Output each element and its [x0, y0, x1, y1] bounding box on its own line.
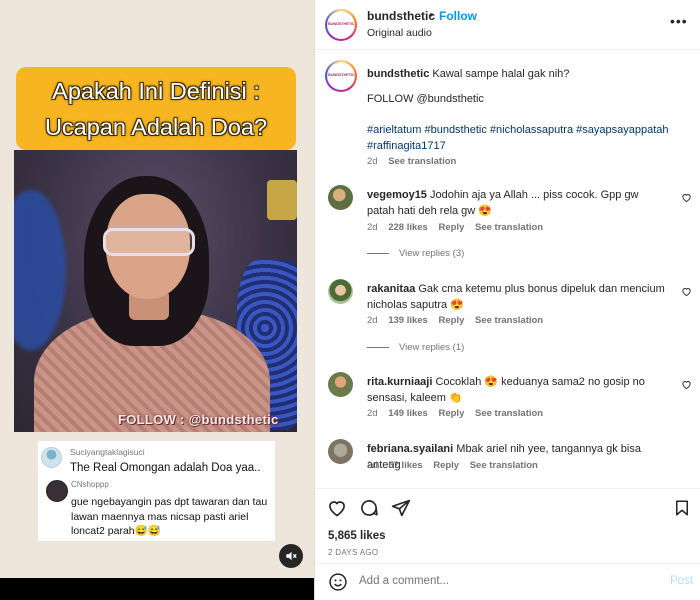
caption-text: Kawal sampe halal gak nih? [432, 68, 570, 80]
embedded-comment-card: Suciyangtaklagisuci The Real Omongan ada… [38, 441, 275, 541]
post-date: 2 DAYS AGO [328, 548, 379, 557]
commenter-avatar[interactable] [328, 185, 353, 210]
caption-body: bundsthetic Kawal sampe halal gak nih? [367, 66, 687, 82]
comment-bubble-icon[interactable] [359, 498, 379, 518]
media-headline: Apakah Ini Definisi : Ucapan Adalah Doa? [16, 67, 296, 150]
media-video[interactable]: FOLLOW : @bundsthetic [14, 150, 297, 432]
comment-input[interactable]: Add a comment... [359, 575, 449, 587]
caption-time: 2d [367, 156, 378, 167]
comment-body: vegemoy15 Jodohin aja ya Allah ... piss … [367, 187, 667, 219]
post-button[interactable]: Post [670, 575, 693, 587]
view-replies-button[interactable]: View replies (1) [367, 342, 464, 353]
comment-meta: 2d 228 likes Reply See translation [367, 222, 551, 233]
heart-outline-icon[interactable] [681, 286, 692, 300]
comment-likes[interactable]: 139 likes [388, 315, 428, 326]
avatar-logo-text: BUNDSTHETIC [328, 21, 355, 26]
more-options-icon[interactable]: ••• [670, 13, 688, 29]
embedded-text-2: gue ngebayangin pas dpt tawaran dan tau … [71, 496, 268, 537]
comment-likes[interactable]: 149 likes [388, 408, 428, 419]
comment-username[interactable]: rakanitaa [367, 283, 415, 295]
commenter-avatar[interactable] [328, 279, 353, 304]
caption-follow-line: FOLLOW @bundsthetic [367, 93, 484, 105]
add-comment-row: Add a comment... Post [315, 563, 700, 600]
stage-light-yellow [267, 180, 297, 220]
comment-username[interactable]: vegemoy15 [367, 189, 427, 201]
comment-time: 2d [367, 460, 378, 471]
caption-meta: 2d See translation [367, 156, 464, 167]
comment-username[interactable]: rita.kurniaaji [367, 376, 432, 388]
embedded-avatar-2 [46, 480, 68, 502]
video-watermark: FOLLOW : @bundsthetic [118, 412, 279, 427]
comment-username[interactable]: febriana.syailani [367, 443, 453, 455]
avatar-logo-text: BUNDSTHETIC [328, 72, 355, 77]
replies-line [367, 252, 389, 254]
comment-body: rakanitaa Gak cma ketemu plus bonus dipe… [367, 281, 667, 313]
paper-plane-icon[interactable] [391, 498, 411, 518]
view-replies-button[interactable]: View replies (3) [367, 248, 464, 259]
heart-outline-icon[interactable] [681, 192, 692, 206]
comment-time: 2d [367, 222, 378, 233]
commenter-avatar[interactable] [328, 372, 353, 397]
like-count[interactable]: 5,865 likes [328, 530, 386, 542]
reply-button[interactable]: Reply [438, 222, 464, 233]
view-replies-label: View replies (1) [399, 342, 465, 353]
see-translation-button[interactable]: See translation [475, 408, 543, 419]
post-media[interactable]: Apakah Ini Definisi : Ucapan Adalah Doa?… [0, 0, 314, 600]
see-translation-button[interactable]: See translation [470, 460, 538, 471]
caption-username[interactable]: bundsthetic [367, 68, 429, 80]
bookmark-icon[interactable] [673, 498, 693, 518]
comment-time: 2d [367, 408, 378, 419]
embedded-text-1: The Real Omongan adalah Doa yaa.. [70, 462, 261, 474]
heart-outline-icon[interactable] [327, 498, 347, 518]
audio-link[interactable]: Original audio [367, 27, 432, 39]
author-avatar[interactable]: BUNDSTHETIC [325, 9, 357, 41]
smiley-icon[interactable] [328, 572, 348, 592]
glasses-figure [103, 228, 195, 256]
comment-meta: 2d 139 likes Reply See translation [367, 315, 551, 326]
follow-button[interactable]: Follow [439, 9, 477, 23]
caption-avatar[interactable]: BUNDSTHETIC [325, 60, 357, 92]
stage-light-left [14, 190, 66, 350]
embedded-avatar-1 [41, 447, 62, 468]
caption-hashtags[interactable]: #arieltatum #bundsthetic #nicholassaputr… [367, 122, 687, 154]
comment-body: rita.kurniaaji Cocoklah 😍 keduanya sama2… [367, 374, 667, 406]
reply-button[interactable]: Reply [438, 408, 464, 419]
see-translation-button[interactable]: See translation [475, 222, 543, 233]
post-header: BUNDSTHETIC bundsthetic • Follow Origina… [315, 0, 700, 50]
speaker-muted-icon[interactable] [279, 544, 303, 568]
post-details-panel: BUNDSTHETIC bundsthetic • Follow Origina… [314, 0, 700, 600]
see-translation-button[interactable]: See translation [475, 315, 543, 326]
comment-meta: 2d 57 likes Reply See translation [367, 460, 546, 471]
embedded-username-2: CNshoppp [71, 480, 109, 489]
reply-button[interactable]: Reply [438, 315, 464, 326]
comment-likes[interactable]: 228 likes [388, 222, 428, 233]
reply-button[interactable]: Reply [433, 460, 459, 471]
comment-likes[interactable]: 57 likes [388, 460, 422, 471]
comment-meta: 2d 149 likes Reply See translation [367, 408, 551, 419]
replies-line [367, 346, 389, 348]
comment-time: 2d [367, 315, 378, 326]
embedded-username-1: Suciyangtaklagisuci [70, 447, 145, 457]
caption-see-translation[interactable]: See translation [388, 156, 456, 167]
view-replies-label: View replies (3) [399, 248, 465, 259]
author-username[interactable]: bundsthetic [367, 9, 435, 23]
commenter-avatar[interactable] [328, 439, 353, 464]
separator-dot: • [429, 8, 434, 22]
heart-outline-icon[interactable] [681, 379, 692, 393]
media-frame: Apakah Ini Definisi : Ucapan Adalah Doa?… [0, 0, 314, 578]
